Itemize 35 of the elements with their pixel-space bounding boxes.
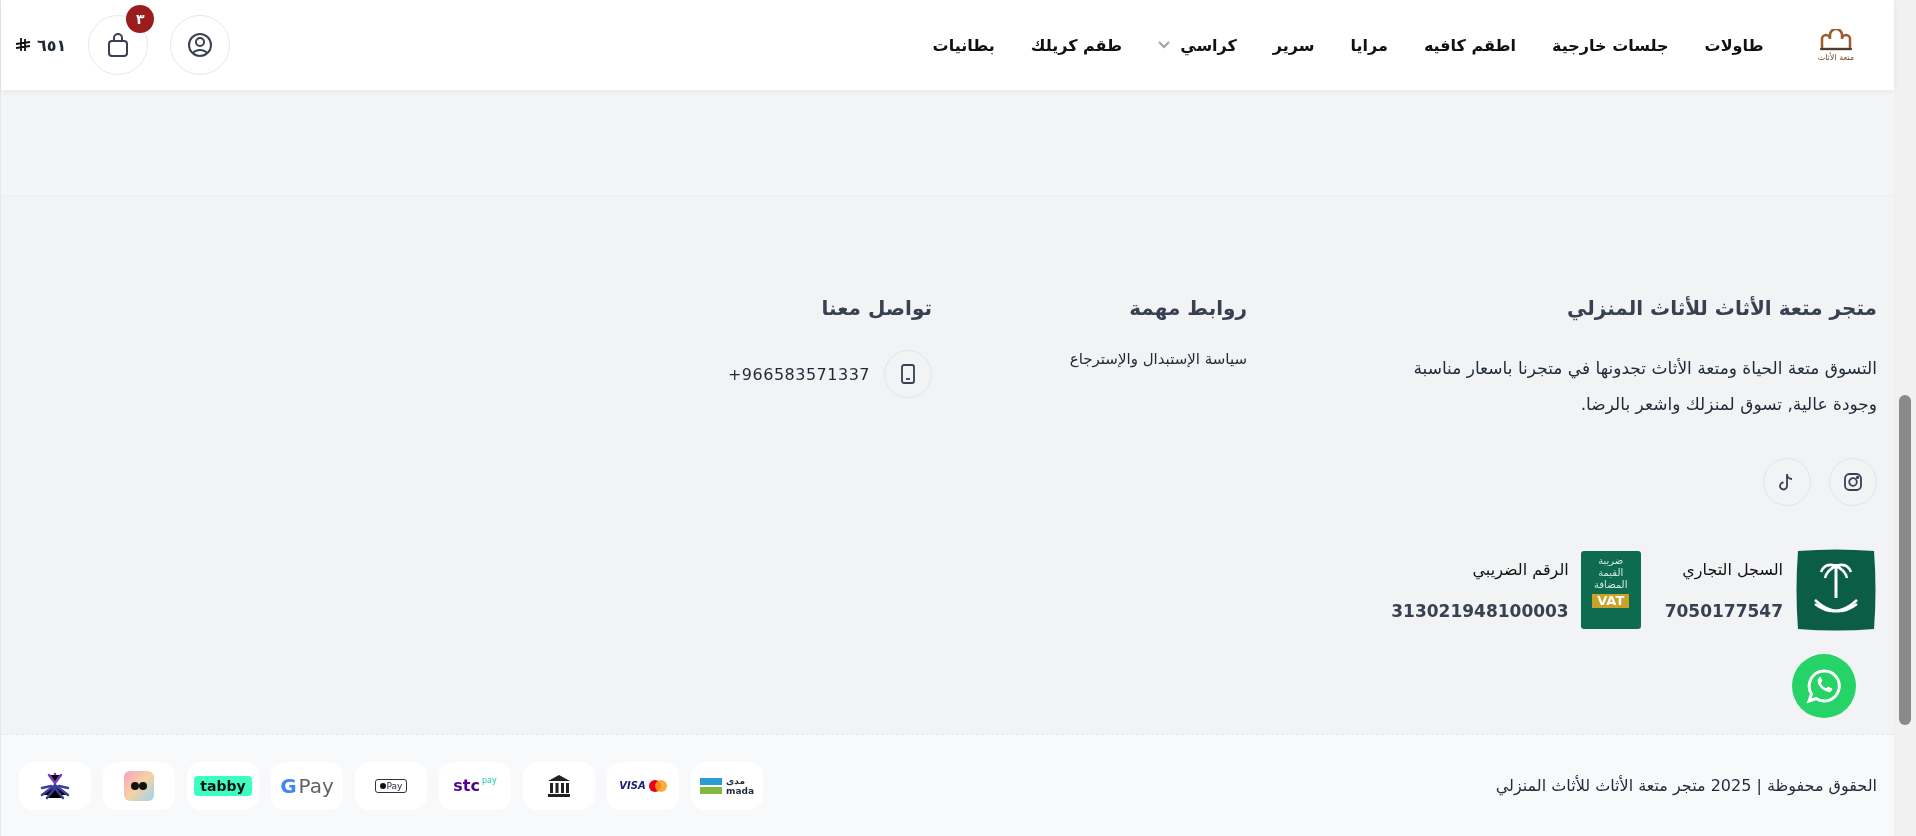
footer-link[interactable]: سياسة الإستبدال والإسترجاع: [1022, 350, 1247, 368]
bag-icon: [106, 32, 131, 58]
circles-icon: [648, 779, 667, 792]
registry-number: 313021948100003: [1391, 600, 1569, 621]
registry-number: 7050177547: [1664, 600, 1783, 621]
footer-heading: متجر متعة الأثاث للأثاث المنزلي: [1565, 296, 1877, 320]
star-icon: [39, 770, 71, 801]
nav-link[interactable]: مرايا: [1350, 35, 1388, 55]
phone-number[interactable]: +966583571337: [727, 364, 870, 384]
payment-logo-text: Pay: [374, 778, 408, 793]
store-description: التسوق متعة الحياة ومتعة الأثاث تجدونها في متجرنا باسعار مناسبة وجودة عالية, تسوق لمنزلك واشعر بالرضا.: [1412, 357, 1877, 416]
app-icon: [124, 770, 154, 801]
nav-link[interactable]: طقم كريلك: [1030, 35, 1123, 55]
nav-link[interactable]: كراسي: [1158, 35, 1237, 55]
stripes-icon: [700, 777, 722, 794]
footer-heading: روابط مهمة: [1128, 296, 1247, 320]
nav-link[interactable]: طاولات: [1704, 35, 1764, 55]
copyright-text: الحقوق محفوظة | 2025 متجر متعة الأثاث للأثاث المنزلي: [1495, 776, 1877, 795]
instagram-icon: [1843, 472, 1863, 492]
payment-logo-text: tabby: [194, 775, 252, 796]
nav-link[interactable]: اطقم كافيه: [1423, 35, 1517, 55]
bank-icon: [546, 772, 572, 799]
payment-logo-text: GPay: [280, 773, 334, 798]
nav-link[interactable]: سرير: [1272, 35, 1315, 55]
nav-link[interactable]: جلسات خارجية: [1552, 35, 1669, 55]
nav-link[interactable]: بطانيات: [932, 35, 995, 55]
whatsapp-icon: [1805, 667, 1843, 705]
user-icon: [187, 32, 214, 58]
registry-label: الرقم الضريبي: [1471, 559, 1569, 579]
cart-total: ٦٥١: [37, 35, 67, 55]
scrollbar[interactable]: [1894, 0, 1916, 836]
payment-logo-text: VISA: [619, 780, 646, 791]
cart-count-badge: ٣: [126, 5, 155, 33]
footer-heading: تواصل معنا: [820, 296, 932, 320]
registry-label: السجل التجاري: [1681, 559, 1783, 579]
